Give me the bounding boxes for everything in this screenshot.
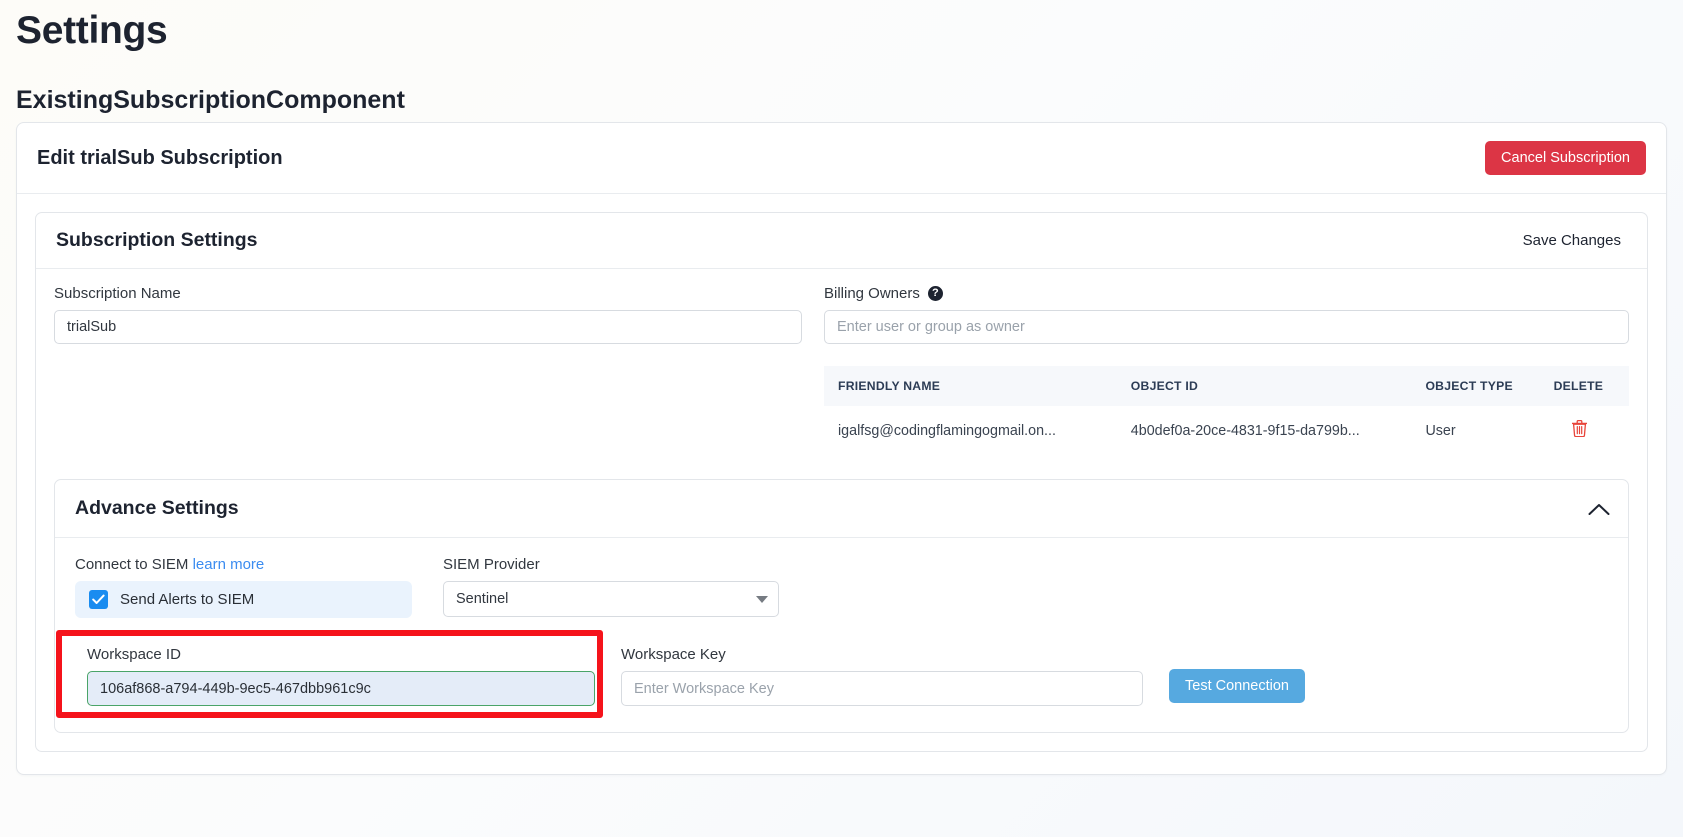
billing-owners-group: Billing Owners ? FRIENDLY NAME OBJECT ID… (824, 285, 1629, 455)
connect-siem-group: Connect to SIEM learn more Send Alerts t… (75, 556, 415, 618)
component-name: ExistingSubscriptionComponent (16, 85, 405, 114)
settings-page: Settings ExistingSubscriptionComponent E… (0, 0, 1683, 837)
workspace-id-label: Workspace ID (87, 646, 181, 663)
billing-owners-input[interactable] (824, 310, 1629, 344)
test-connection-group: Test Connection (1169, 646, 1305, 703)
subscription-settings-body: Subscription Name Billing Owners ? (36, 269, 1647, 463)
cell-friendly-name: igalfsg@codingflamingogmail.on... (838, 422, 1056, 439)
help-circle-icon[interactable]: ? (927, 286, 943, 301)
column-header-object-id: OBJECT ID (1130, 379, 1199, 393)
subscription-card-title: Edit trialSub Subscription (37, 146, 283, 169)
billing-owners-label-text: Billing Owners (824, 285, 920, 302)
billing-owners-label: Billing Owners ? (824, 285, 1629, 302)
table-row: igalfsg@codingflamingogmail.on... 4b0def… (824, 406, 1629, 455)
advance-settings-title: Advance Settings (75, 497, 239, 519)
send-alerts-checkbox-row[interactable]: Send Alerts to SIEM (75, 581, 412, 618)
cancel-subscription-button[interactable]: Cancel Subscription (1485, 141, 1646, 175)
checkbox-checked-icon[interactable] (89, 590, 108, 609)
subscription-name-input[interactable] (54, 310, 802, 344)
subscription-settings-title: Subscription Settings (56, 229, 258, 251)
column-header-friendly-name: FRIENDLY NAME (838, 379, 941, 393)
subscription-card-header: Edit trialSub Subscription Cancel Subscr… (17, 123, 1666, 194)
send-alerts-checkbox-label: Send Alerts to SIEM (120, 591, 255, 608)
advance-settings-body: Connect to SIEM learn more Send Alerts t… (55, 538, 1628, 732)
siem-provider-label: SIEM Provider (443, 556, 540, 573)
workspace-id-input[interactable] (87, 671, 595, 706)
trash-icon[interactable] (1571, 419, 1587, 438)
subscription-settings-card: Subscription Settings Save Changes Subsc… (35, 212, 1648, 752)
page-title: Settings (16, 9, 168, 52)
siem-provider-select[interactable]: Sentinel (443, 581, 779, 617)
cell-object-id: 4b0def0a-20ce-4831-9f15-da799b... (1130, 422, 1360, 439)
learn-more-link[interactable]: learn more (193, 556, 265, 573)
subscription-name-label: Subscription Name (54, 285, 181, 302)
subscription-settings-header: Subscription Settings Save Changes (36, 213, 1647, 269)
column-header-delete: DELETE (1553, 379, 1604, 393)
siem-provider-select-wrap: Sentinel (443, 581, 779, 617)
workspace-id-group: Workspace ID (75, 646, 595, 706)
table-header-row: FRIENDLY NAME OBJECT ID OBJECT TYPE DELE… (824, 366, 1629, 406)
connect-siem-text: Connect to SIEM (75, 556, 189, 573)
column-header-object-type: OBJECT TYPE (1425, 379, 1513, 393)
chevron-up-icon[interactable] (1588, 503, 1610, 515)
test-connection-button[interactable]: Test Connection (1169, 669, 1305, 703)
subscription-name-group: Subscription Name (54, 285, 802, 344)
workspace-key-label: Workspace Key (621, 646, 726, 663)
billing-owners-table: FRIENDLY NAME OBJECT ID OBJECT TYPE DELE… (824, 366, 1629, 455)
siem-provider-selected-value: Sentinel (456, 591, 509, 607)
cell-object-type: User (1425, 422, 1456, 439)
workspace-key-group: Workspace Key (621, 646, 1143, 706)
subscription-card: Edit trialSub Subscription Cancel Subscr… (16, 122, 1667, 775)
cell-delete (1544, 406, 1629, 455)
advance-settings-header[interactable]: Advance Settings (55, 480, 1628, 538)
connect-siem-label: Connect to SIEM learn more (75, 556, 415, 573)
subscription-card-body: Subscription Settings Save Changes Subsc… (17, 194, 1666, 774)
save-changes-link[interactable]: Save Changes (1523, 232, 1627, 249)
siem-provider-group: SIEM Provider Sentinel (443, 556, 779, 617)
workspace-key-input[interactable] (621, 671, 1143, 706)
advance-settings-card: Advance Settings Connect to SIEM learn m… (54, 479, 1629, 733)
